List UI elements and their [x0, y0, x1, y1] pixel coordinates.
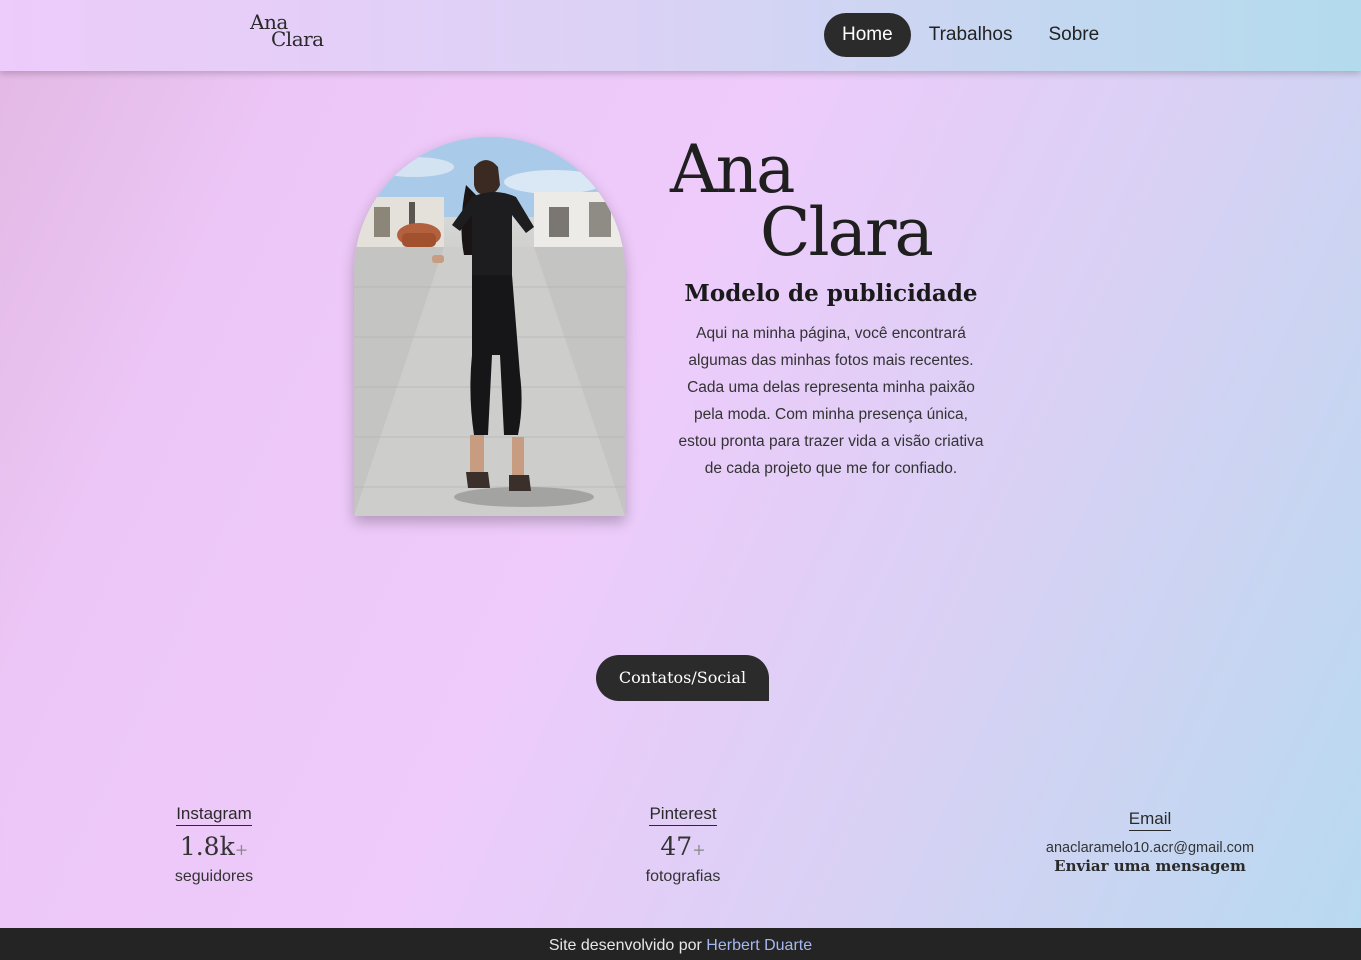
- logo-line-2: Clara: [271, 27, 324, 51]
- footer-author-link[interactable]: Herbert Duarte: [706, 937, 812, 954]
- pinterest-count-value: 47: [660, 832, 693, 861]
- instagram-unit: seguidores: [174, 868, 254, 885]
- hero-subtitle: Modelo de publicidade: [684, 280, 978, 307]
- contacts-social-button[interactable]: Contatos/Social: [596, 655, 769, 701]
- instagram-count-value: 1.8k: [179, 832, 235, 861]
- hero-bio: Aqui na minha página, você encontrará al…: [667, 320, 995, 482]
- email-stat: Email anaclaramelo10.acr@gmail.com Envia…: [1030, 809, 1270, 875]
- site-logo[interactable]: Ana Clara: [250, 12, 340, 52]
- main-nav: Home Trabalhos Sobre: [824, 13, 1117, 57]
- bio-line: algumas das minhas fotos mais recentes.: [688, 352, 974, 369]
- profile-photo: [354, 137, 625, 516]
- bio-line: pela moda. Com minha presença única,: [694, 406, 968, 423]
- pinterest-link[interactable]: Pinterest: [649, 804, 717, 826]
- bio-line: Cada uma delas representa minha paixão: [687, 379, 975, 396]
- send-message-link[interactable]: Enviar uma mensagem: [1030, 857, 1270, 875]
- pinterest-plus: +: [692, 840, 706, 859]
- bio-line: Aqui na minha página, você encontrará: [696, 325, 966, 342]
- site-header: Ana Clara Home Trabalhos Sobre: [0, 0, 1361, 71]
- hero-name: Ana Clara: [670, 137, 990, 272]
- instagram-link[interactable]: Instagram: [176, 804, 252, 826]
- nav-home[interactable]: Home: [824, 13, 911, 57]
- hero-name-line-2: Clara: [760, 194, 934, 271]
- bio-line: estou pronta para trazer vida a visão cr…: [678, 433, 984, 450]
- instagram-stat: Instagram 1.8k+ seguidores: [134, 804, 294, 886]
- pinterest-count: 47+: [603, 832, 763, 865]
- pinterest-unit: fotografias: [645, 868, 721, 885]
- site-footer: Site desenvolvido por Herbert Duarte: [0, 928, 1361, 960]
- footer-text: Site desenvolvido por: [548, 937, 707, 954]
- instagram-plus: +: [234, 840, 249, 859]
- bio-line: de cada projeto que me for confiado.: [704, 460, 958, 477]
- pinterest-stat: Pinterest 47+ fotografias: [603, 804, 763, 886]
- email-address[interactable]: anaclaramelo10.acr@gmail.com: [1030, 840, 1270, 856]
- nav-sobre[interactable]: Sobre: [1030, 13, 1117, 57]
- email-link[interactable]: Email: [1128, 809, 1172, 831]
- instagram-count: 1.8k+: [134, 832, 294, 865]
- nav-trabalhos[interactable]: Trabalhos: [911, 13, 1031, 57]
